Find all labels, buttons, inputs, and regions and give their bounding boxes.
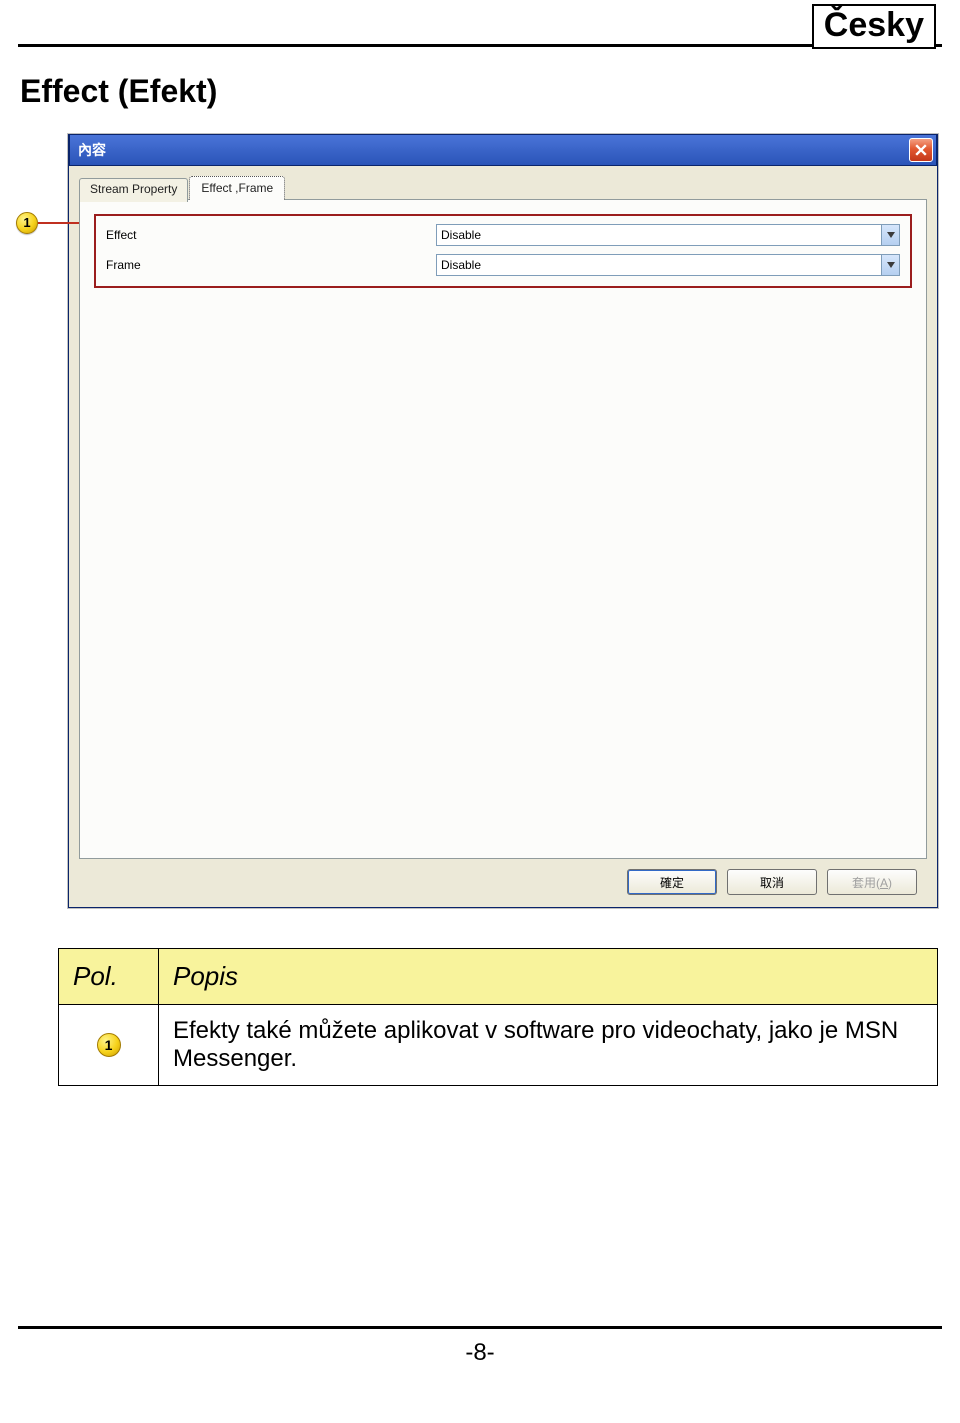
callout-marker-1: 1 [16,212,38,234]
properties-dialog: 內容 Stream Property Effect ,Frame Effect … [68,134,938,908]
tab-stream-property[interactable]: Stream Property [79,178,188,202]
cancel-button[interactable]: 取消 [727,869,817,895]
page-number: -8- [18,1329,942,1387]
effect-select[interactable]: Disable [436,224,900,246]
highlighted-settings-box: Effect Disable Frame Disable [94,214,912,288]
item-marker-1: 1 [97,1033,121,1057]
ok-button[interactable]: 確定 [627,869,717,895]
close-button[interactable] [909,138,933,162]
frame-label: Frame [106,258,436,272]
table-cell-description: Efekty také můžete aplikovat v software … [159,1005,938,1086]
tab-effect-frame[interactable]: Effect ,Frame [189,176,285,200]
apply-button: 套用(A) [827,869,917,895]
close-icon [915,144,927,156]
apply-accel-key: A [880,876,888,890]
frame-select[interactable]: Disable [436,254,900,276]
effect-label: Effect [106,228,436,242]
language-badge: Česky [812,4,936,49]
effect-select-value: Disable [441,228,481,242]
top-divider [18,44,942,47]
frame-row: Frame Disable [106,254,900,276]
description-table: Pol. Popis 1 Efekty také můžete aplikova… [58,948,938,1086]
callout-line [38,222,82,224]
chevron-down-icon [881,225,899,245]
effect-row: Effect Disable [106,224,900,246]
tab-strip: Stream Property Effect ,Frame [79,176,927,200]
table-header-pol: Pol. [59,949,159,1005]
dialog-title: 內容 [78,140,106,160]
frame-select-value: Disable [441,258,481,272]
chevron-down-icon [881,255,899,275]
table-header-popis: Popis [159,949,938,1005]
tab-panel: Effect Disable Frame Disable [79,199,927,859]
dialog-button-row: 確定 取消 套用(A) [79,859,927,895]
page-heading: Effect (Efekt) [20,73,942,110]
dialog-titlebar: 內容 [69,134,937,166]
apply-button-label: 套用(A) [852,874,892,891]
table-row: 1 Efekty také můžete aplikovat v softwar… [59,1005,938,1086]
table-cell-marker: 1 [59,1005,159,1086]
